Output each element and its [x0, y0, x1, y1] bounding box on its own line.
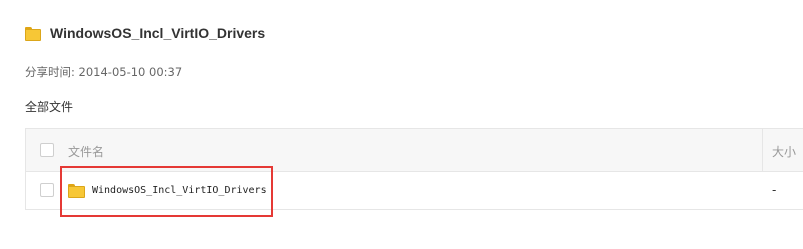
folder-icon — [25, 27, 41, 41]
share-time-value: 2014-05-10 00:37 — [78, 65, 183, 79]
share-time: 分享时间: 2014-05-10 00:37 — [25, 64, 182, 80]
file-table: 文件名 大小 WindowsOS_Incl_VirtIO_Drivers - — [25, 128, 803, 210]
file-name-link[interactable]: WindowsOS_Incl_VirtIO_Drivers — [92, 184, 267, 198]
column-divider — [762, 129, 763, 172]
table-header: 文件名 大小 — [26, 128, 803, 172]
breadcrumb-all-files[interactable]: 全部文件 — [25, 98, 73, 115]
share-time-label: 分享时间: — [25, 65, 75, 79]
column-header-size[interactable]: 大小 — [772, 143, 796, 160]
table-row[interactable]: WindowsOS_Incl_VirtIO_Drivers - — [26, 172, 803, 210]
column-header-name[interactable]: 文件名 — [68, 143, 104, 160]
file-size: - — [772, 183, 777, 197]
share-title: WindowsOS_Incl_VirtIO_Drivers — [50, 25, 266, 41]
select-all-checkbox[interactable] — [40, 143, 54, 157]
row-checkbox[interactable] — [40, 183, 54, 197]
folder-icon — [68, 184, 85, 198]
share-page: WindowsOS_Incl_VirtIO_Drivers 分享时间: 2014… — [0, 0, 803, 249]
